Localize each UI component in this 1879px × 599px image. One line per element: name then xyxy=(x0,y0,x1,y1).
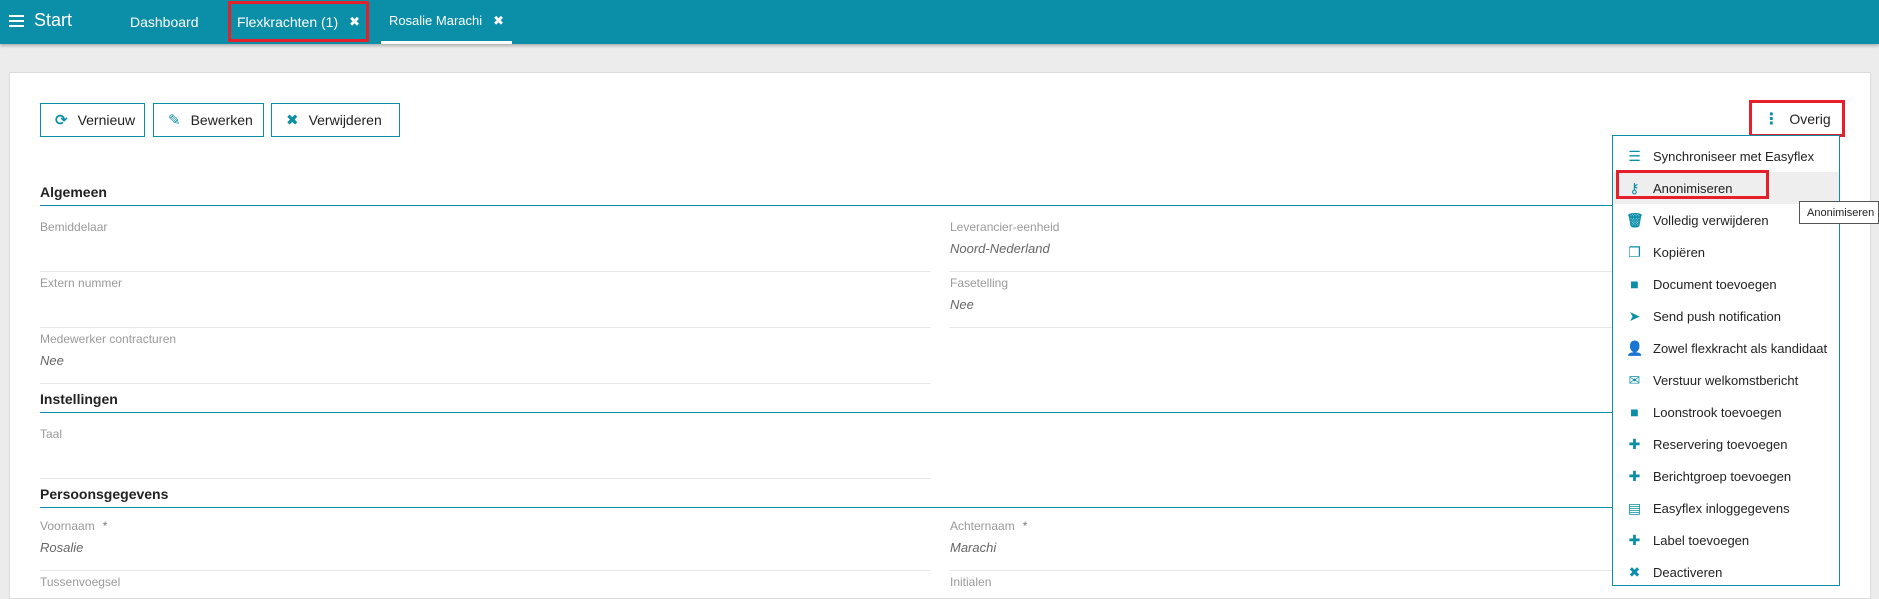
field-fasetelling[interactable]: Fasetelling Nee xyxy=(950,276,1630,328)
tab-label: Flexkrachten (1) xyxy=(236,13,339,30)
refresh-icon: ⟳ xyxy=(55,112,68,129)
menu-item-label: Reservering toevoegen xyxy=(1653,436,1788,452)
tab-rosalie-marachi[interactable]: Rosalie Marachi ✖ xyxy=(381,0,512,44)
field-value: Marachi xyxy=(950,540,997,555)
field-label: Extern nummer xyxy=(40,276,123,290)
menu-item-label-toevoegen[interactable]: ✚ Label toevoegen xyxy=(1613,524,1839,556)
field-label: Medewerker contracturen xyxy=(40,332,177,346)
tab-label: Dashboard xyxy=(130,14,199,30)
refresh-label: Vernieuw xyxy=(77,112,136,128)
field-tussenvoegsel[interactable]: Tussenvoegsel xyxy=(40,575,930,599)
close-icon[interactable]: ✖ xyxy=(349,14,360,30)
user-plus-icon: 👤 xyxy=(1626,339,1644,356)
field-value: Noord-Nederland xyxy=(950,241,1050,256)
more-options-button[interactable]: ⋮ Overig xyxy=(1749,100,1845,137)
times-icon: ✖ xyxy=(1628,563,1641,580)
field-label: Fasetelling xyxy=(950,276,1009,290)
field-value: Rosalie xyxy=(40,540,84,555)
refresh-button[interactable]: ⟳ Vernieuw xyxy=(40,103,145,137)
menu-item-label: Loonstrook toevoegen xyxy=(1653,404,1782,420)
menu-item-label: Synchroniseer met Easyflex xyxy=(1653,148,1815,164)
section-instellingen-header: Instellingen xyxy=(40,391,1630,413)
required-marker: * xyxy=(1022,519,1028,533)
tab-flexkrachten[interactable]: Flexkrachten (1) ✖ xyxy=(228,1,369,42)
top-navigation-bar: Start Dashboard Flexkrachten (1) ✖ Rosal… xyxy=(0,0,1879,44)
field-label: Leverancier-eenheid xyxy=(950,220,1060,234)
menu-item-label: Document toevoegen xyxy=(1653,276,1777,292)
start-label: Start xyxy=(34,10,73,30)
menu-item-loonstrook-toevoegen[interactable]: ■ Loonstrook toevoegen xyxy=(1613,396,1839,428)
plus-icon: ✚ xyxy=(1628,467,1641,484)
menu-item-label: Send push notification xyxy=(1653,308,1781,324)
menu-item-label: Zowel flexkracht als kandidaat xyxy=(1653,340,1828,356)
menu-item-zowel-flexkracht[interactable]: 👤 Zowel flexkracht als kandidaat xyxy=(1613,332,1839,364)
tab-dashboard[interactable]: Dashboard xyxy=(130,0,199,44)
menu-item-deactiveren[interactable]: ✖ Deactiveren xyxy=(1613,556,1839,588)
delete-label: Verwijderen xyxy=(308,112,382,128)
menu-item-send-push[interactable]: ➤ Send push notification xyxy=(1613,300,1839,332)
field-label: Tussenvoegsel xyxy=(40,575,121,589)
menu-item-document-toevoegen[interactable]: ■ Document toevoegen xyxy=(1613,268,1839,300)
vertical-ellipsis-icon: ⋮ xyxy=(1763,110,1780,128)
menu-item-label: Easyflex inloggegevens xyxy=(1653,500,1790,516)
field-bemiddelaar[interactable]: Bemiddelaar xyxy=(40,220,930,272)
delete-button[interactable]: ✖ Verwijderen xyxy=(271,103,400,137)
edit-label: Bewerken xyxy=(190,112,253,128)
field-initialen[interactable]: Initialen xyxy=(950,575,1630,599)
close-icon[interactable]: ✖ xyxy=(493,13,504,29)
plus-icon: ✚ xyxy=(1628,531,1641,548)
menu-item-reservering-toevoegen[interactable]: ✚ Reservering toevoegen xyxy=(1613,428,1839,460)
field-leverancier-eenheid[interactable]: Leverancier-eenheid Noord-Nederland xyxy=(950,220,1630,272)
field-label-text: Achternaam xyxy=(950,519,1015,533)
hamburger-icon xyxy=(9,14,24,27)
folder-icon: ■ xyxy=(1630,404,1639,420)
section-persoonsgegevens-header: Persoonsgegevens xyxy=(40,486,1630,508)
envelope-icon: ✉ xyxy=(1628,371,1641,388)
menu-item-kopieren[interactable]: ❐ Kopiëren xyxy=(1613,236,1839,268)
menu-item-label: Kopiëren xyxy=(1653,244,1706,260)
menu-item-easyflex-inloggegevens[interactable]: ▤ Easyflex inloggegevens xyxy=(1613,492,1839,524)
menu-item-verstuur-welkomstbericht[interactable]: ✉ Verstuur welkomstbericht xyxy=(1613,364,1839,396)
more-options-label: Overig xyxy=(1789,110,1831,127)
field-medewerker-contracturen[interactable]: Medewerker contracturen Nee xyxy=(40,332,930,384)
start-menu-button[interactable]: Start xyxy=(9,10,72,31)
list-icon: ☰ xyxy=(1628,147,1641,164)
menu-item-berichtgroep-toevoegen[interactable]: ✚ Berichtgroep toevoegen xyxy=(1613,460,1839,492)
id-card-icon: ▤ xyxy=(1627,499,1642,516)
field-extern-nummer[interactable]: Extern nummer xyxy=(40,276,930,328)
detail-card: ⟳ Vernieuw ✎ Bewerken ✖ Verwijderen ⋮ Ov… xyxy=(9,72,1871,599)
menu-item-label: Volledig verwijderen xyxy=(1653,212,1769,228)
copy-icon: ❐ xyxy=(1628,243,1641,260)
tab-label: Rosalie Marachi xyxy=(388,13,483,28)
paper-plane-icon: ➤ xyxy=(1628,307,1641,324)
trash-icon: 🗑 xyxy=(1626,211,1644,228)
pencil-icon: ✎ xyxy=(168,112,181,129)
menu-item-synchroniseer[interactable]: ☰ Synchroniseer met Easyflex xyxy=(1613,140,1839,172)
section-algemeen-header: Algemeen xyxy=(40,184,1630,206)
anonimiseren-highlight-box xyxy=(1616,170,1769,199)
times-icon: ✖ xyxy=(286,112,299,129)
menu-item-label: Berichtgroep toevoegen xyxy=(1653,468,1792,484)
field-label: Achternaam * xyxy=(950,519,1630,533)
field-label: Initialen xyxy=(950,575,992,589)
menu-item-label: Deactiveren xyxy=(1653,564,1723,580)
field-taal[interactable]: Taal xyxy=(40,427,930,479)
tooltip: Anonimiseren xyxy=(1799,201,1879,224)
edit-button[interactable]: ✎ Bewerken xyxy=(153,103,264,137)
field-voornaam[interactable]: Voornaam * Rosalie xyxy=(40,519,930,571)
field-achternaam[interactable]: Achternaam * Marachi xyxy=(950,519,1630,571)
field-value: Nee xyxy=(950,297,974,312)
plus-icon: ✚ xyxy=(1628,435,1641,452)
field-label: Taal xyxy=(40,427,63,441)
field-label: Bemiddelaar xyxy=(40,220,108,234)
required-marker: * xyxy=(102,519,108,533)
menu-item-label: Verstuur welkomstbericht xyxy=(1653,372,1799,388)
folder-icon: ■ xyxy=(1630,276,1639,292)
menu-item-label: Label toevoegen xyxy=(1653,532,1750,548)
field-label: Voornaam * xyxy=(40,519,930,533)
field-label-text: Voornaam xyxy=(40,519,95,533)
field-value: Nee xyxy=(40,353,64,368)
